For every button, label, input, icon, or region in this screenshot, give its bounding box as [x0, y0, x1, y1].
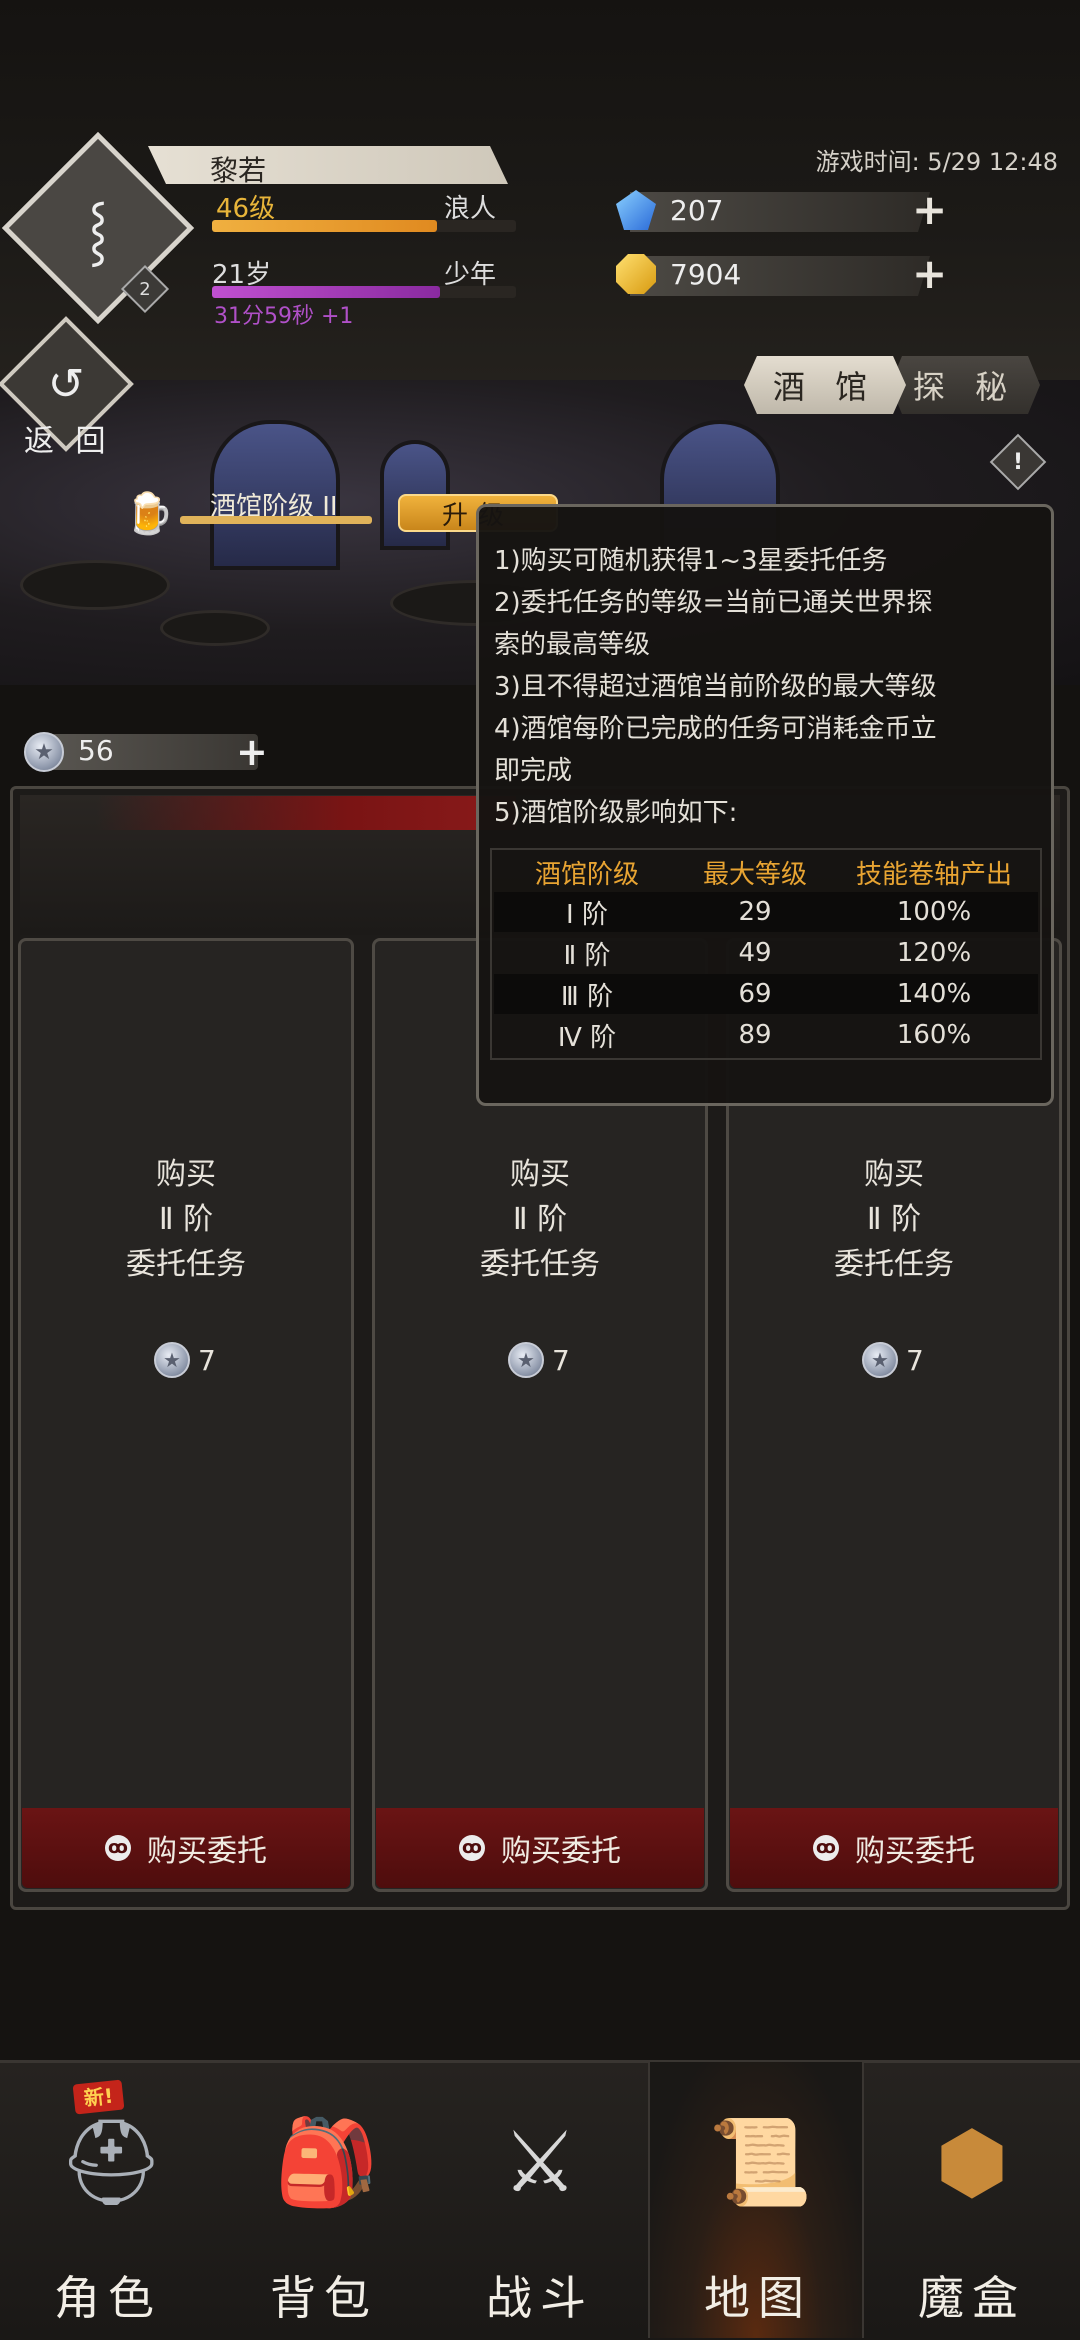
table-row: Ⅰ 阶 29 100% [494, 892, 1038, 932]
silver-coin-icon: ★ [508, 1342, 544, 1378]
buy-commission-button-2[interactable]: ꝏ 购买委托 [376, 1808, 704, 1888]
panel-ribbon [96, 796, 516, 830]
silver-bar [38, 734, 258, 770]
card-line3: 委托任务 [834, 1247, 954, 1282]
table-cell: Ⅰ 阶 [566, 899, 608, 930]
card-line3: 委托任务 [126, 1247, 246, 1282]
nav-label: 魔盒 [918, 2271, 1026, 2325]
add-gold-button[interactable]: + [912, 253, 947, 295]
silver-coin-icon: ★ [862, 1342, 898, 1378]
beer-mug-icon: 🍺 [124, 491, 174, 537]
tab-explore[interactable]: 探 秘 [890, 356, 1040, 414]
card-line1: 购买 [510, 1157, 570, 1192]
buy-commission-button-1[interactable]: ꝏ 购买委托 [22, 1808, 350, 1888]
card-2-text: 购买 Ⅱ 阶 委托任务 [372, 1152, 708, 1287]
nav-label: 角色 [54, 2271, 162, 2325]
age-progress-bar [212, 286, 516, 298]
buy-label: 购买委托 [147, 1834, 267, 1869]
pouch-icon: ꝏ [105, 1835, 131, 1861]
name-plate [148, 146, 508, 184]
card-3-cost: 7 [906, 1344, 924, 1377]
table-cell: 160% [896, 1020, 972, 1050]
header-cell: 技能卷轴产出 [855, 859, 1012, 890]
table-cell: 69 [738, 979, 772, 1009]
scroll-map-icon: 📜 [708, 2113, 813, 2211]
card-3-text: 购买 Ⅱ 阶 委托任务 [726, 1152, 1062, 1287]
level-progress-bar [212, 220, 516, 232]
helmet-icon: ⛑ [58, 2113, 165, 2211]
magic-box-icon: ⬢ [935, 2113, 1009, 2211]
tavern-tier-bar [180, 516, 372, 524]
card-2-cost: 7 [552, 1344, 570, 1377]
nav-label: 战斗 [486, 2271, 594, 2325]
backpack-icon: 🎒 [274, 2113, 379, 2211]
header-cell: 最大等级 [702, 859, 807, 890]
card-line2: Ⅱ 阶 [866, 1202, 922, 1237]
bottom-spacer [0, 1910, 1080, 2060]
buy-label: 购买委托 [855, 1834, 975, 1869]
card-1-cost: 7 [198, 1344, 216, 1377]
tooltip-line: 索的最高等级 [494, 630, 651, 660]
tooltip-line: 3)且不得超过酒馆当前阶级的最大等级 [494, 672, 937, 702]
header-cell: 酒馆阶级 [534, 859, 639, 890]
tooltip-line: 2)委托任务的等级=当前已通关世界探 [494, 588, 933, 618]
nav-label: 地图 [704, 2271, 812, 2325]
nav-item-character[interactable]: ⛑ 新! 角色 [0, 2062, 216, 2338]
tooltip-line: 4)酒馆每阶已完成的任务可消耗金币立 [494, 714, 937, 744]
table-row: Ⅲ 阶 69 140% [494, 974, 1038, 1014]
table-cell: 89 [738, 1020, 772, 1050]
nav-item-magic-box[interactable]: ⬢ 魔盒 [864, 2062, 1080, 2338]
table-cell: 120% [896, 938, 972, 968]
table-row: Ⅳ 阶 89 160% [494, 1015, 1038, 1055]
add-gems-button[interactable]: + [912, 189, 947, 231]
nav-item-backpack[interactable]: 🎒 背包 [216, 2062, 432, 2338]
table-cell: 140% [896, 979, 972, 1009]
table-cell: Ⅱ 阶 [563, 940, 611, 971]
buy-label: 购买委托 [501, 1834, 621, 1869]
tooltip-line: 1)购买可随机获得1~3星委托任务 [494, 546, 888, 576]
card-line1: 购买 [864, 1157, 924, 1192]
nav-label: 背包 [270, 2271, 378, 2325]
nav-item-battle[interactable]: ⚔ 战斗 [432, 2062, 648, 2338]
sword-shield-icon: ⚔ [502, 2113, 578, 2211]
silver-coin-icon: ★ [24, 732, 64, 772]
card-line2: Ⅱ 阶 [158, 1202, 214, 1237]
exclamation-icon: ! [1012, 449, 1024, 475]
player-name: 黎若 [210, 154, 267, 187]
card-1-text: 购买 Ⅱ 阶 委托任务 [18, 1152, 354, 1287]
back-label: 返 回 [24, 424, 112, 459]
gold-count: 7904 [670, 258, 742, 291]
table-cell: 49 [738, 938, 772, 968]
pouch-icon: ꝏ [459, 1835, 485, 1861]
tier-table-header: 酒馆阶级 最大等级 技能卷轴产出 [494, 852, 1038, 892]
tooltip-line: 5)酒馆阶级影响如下: [494, 798, 738, 828]
table-cell: Ⅲ 阶 [560, 981, 614, 1012]
nav-item-map[interactable]: 📜 地图 [648, 2062, 864, 2338]
tooltip-line: 即完成 [494, 756, 573, 786]
rank-badge-text: 2 [139, 278, 151, 300]
gem-count: 207 [670, 194, 724, 227]
card-line3: 委托任务 [480, 1247, 600, 1282]
buy-commission-button-3[interactable]: ꝏ 购买委托 [730, 1808, 1058, 1888]
game-time: 游戏时间: 5/29 12:48 [815, 148, 1058, 176]
age-timer: 31分59秒 +1 [214, 304, 354, 329]
add-silver-button[interactable]: + [236, 732, 268, 772]
silver-coin-icon: ★ [154, 1342, 190, 1378]
commission-card-1 [18, 938, 354, 1892]
card-line1: 购买 [156, 1157, 216, 1192]
gold-gem-icon [616, 254, 656, 294]
new-badge: 新! [72, 2079, 125, 2115]
silver-count: 56 [78, 734, 114, 767]
table-row: Ⅱ 阶 49 120% [494, 933, 1038, 973]
card-line2: Ⅱ 阶 [512, 1202, 568, 1237]
tab-tavern[interactable]: 酒 馆 [744, 356, 906, 414]
table-cell: 100% [896, 897, 972, 927]
table-cell: Ⅳ 阶 [557, 1022, 617, 1053]
pouch-icon: ꝏ [813, 1835, 839, 1861]
table-cell: 29 [738, 897, 772, 927]
